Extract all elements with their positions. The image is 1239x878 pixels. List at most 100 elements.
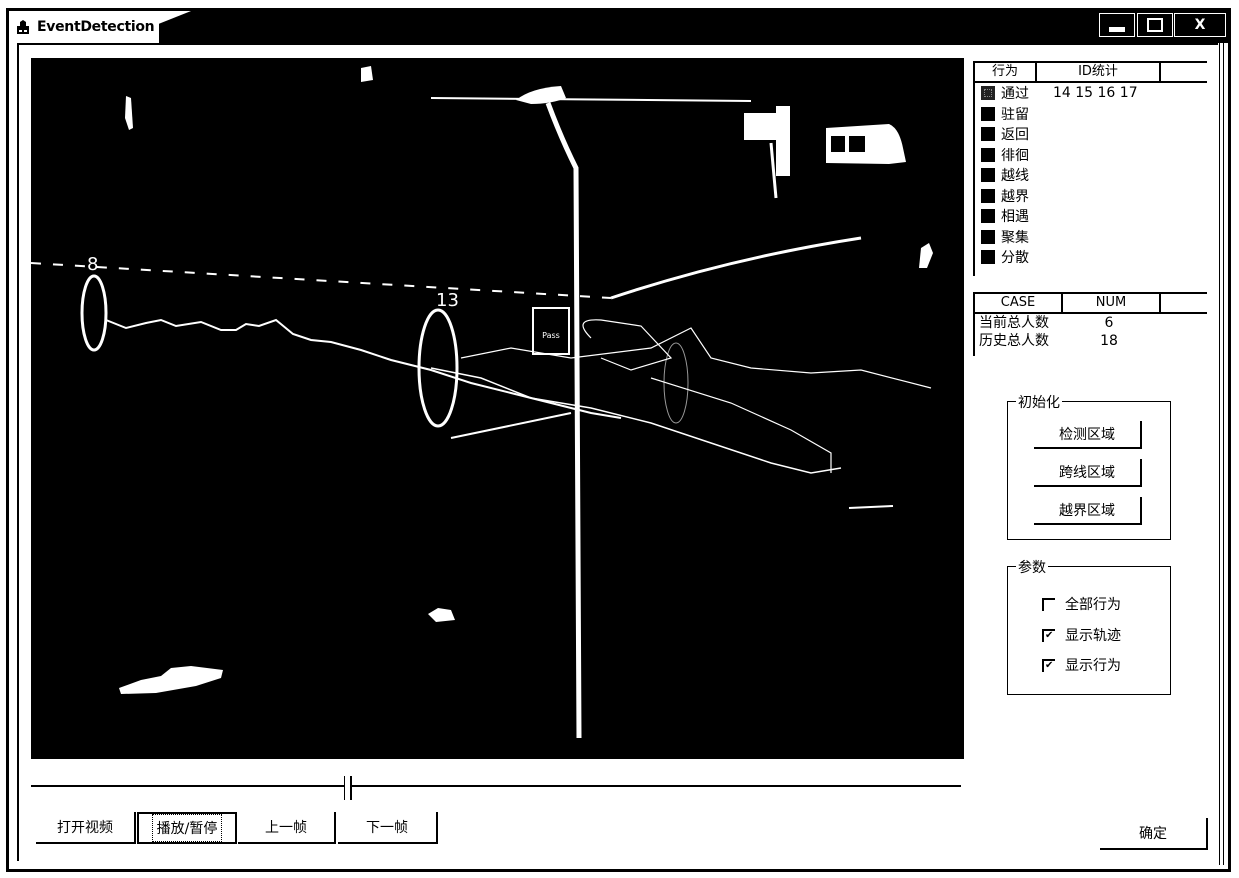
- checkbox-label: 显示行为: [1065, 658, 1121, 674]
- behavior-row-gather[interactable]: 聚集: [975, 227, 1207, 248]
- foreground-blob-5: [361, 66, 373, 82]
- person-8-ellipse: [80, 274, 108, 352]
- boundary-region-label: 越界区域: [1059, 503, 1115, 519]
- behavior-row-pass[interactable]: 通过 14 15 16 17: [975, 83, 1207, 104]
- checkbox-label: 全部行为: [1065, 597, 1121, 613]
- crossline-region-button[interactable]: 跨线区域: [1034, 459, 1142, 487]
- case-label: 历史总人数: [979, 333, 1049, 349]
- behavior-color-swatch: [981, 188, 995, 203]
- open-video-button[interactable]: 打开视频: [36, 812, 136, 844]
- behavior-row-stay[interactable]: 驻留: [975, 104, 1207, 125]
- slider-thumb[interactable]: [344, 776, 353, 800]
- window-title: EventDetection: [37, 19, 155, 35]
- behavior-row-line-cross[interactable]: 越线: [975, 165, 1207, 186]
- checkbox-box[interactable]: [1042, 597, 1055, 611]
- person-13-label: 13: [436, 290, 459, 311]
- checkbox-box[interactable]: [1042, 628, 1055, 642]
- behavior-label: 通过: [1001, 86, 1029, 103]
- behavior-color-swatch: [981, 209, 995, 224]
- prev-frame-button[interactable]: 上一帧: [238, 812, 336, 844]
- behavior-label: 返回: [1001, 127, 1029, 144]
- init-groupbox: 初始化 检测区域 跨线区域 越界区域: [1007, 392, 1171, 540]
- checkbox-box[interactable]: [1042, 658, 1055, 672]
- trajectory-a: [460, 327, 932, 389]
- behavior-row-boundary[interactable]: 越界: [975, 186, 1207, 207]
- next-frame-button[interactable]: 下一帧: [338, 812, 438, 844]
- road-sign: [744, 113, 776, 140]
- case-label: 当前总人数: [979, 315, 1049, 331]
- center-sign-text: Pass: [542, 331, 560, 340]
- header-num[interactable]: NUM: [1063, 294, 1161, 312]
- behavior-label: 越界: [1001, 188, 1029, 205]
- behavior-color-swatch: [981, 147, 995, 162]
- init-group-title: 初始化: [1016, 392, 1062, 412]
- all-behaviors-checkbox[interactable]: 全部行为: [1042, 594, 1121, 614]
- trajectory-d: [450, 412, 572, 439]
- close-icon: X: [1194, 17, 1206, 33]
- checkbox-label: 显示轨迹: [1065, 628, 1121, 644]
- title-bar[interactable]: EventDetection X: [9, 11, 1228, 43]
- title-bar-background: [159, 11, 1228, 43]
- behavior-label: 聚集: [1001, 229, 1029, 246]
- crossline-region-label: 跨线区域: [1059, 465, 1115, 481]
- traffic-light: [776, 106, 790, 176]
- confirm-label: 确定: [1139, 826, 1167, 842]
- slider-track: [31, 785, 961, 787]
- case-row-history[interactable]: 历史总人数 18: [975, 332, 1207, 350]
- video-display[interactable]: Pass 8 13: [31, 58, 964, 759]
- header-behavior[interactable]: 行为: [975, 63, 1037, 81]
- case-row-current[interactable]: 当前总人数 6: [975, 314, 1207, 332]
- behavior-row-return[interactable]: 返回: [975, 124, 1207, 145]
- van-window-1: [831, 136, 845, 152]
- boundary-region-button[interactable]: 越界区域: [1034, 497, 1142, 525]
- behavior-label: 分散: [1001, 250, 1029, 267]
- header-empty[interactable]: [1161, 63, 1207, 81]
- behavior-label: 驻留: [1001, 106, 1029, 123]
- play-pause-button[interactable]: 播放/暂停: [137, 812, 237, 844]
- foreground-blob-1: [119, 666, 223, 694]
- maximize-button[interactable]: [1137, 13, 1173, 37]
- detect-region-button[interactable]: 检测区域: [1034, 421, 1142, 449]
- lamp-head: [516, 86, 566, 104]
- behavior-color-swatch: [981, 86, 995, 101]
- foreground-blob-4: [125, 96, 133, 130]
- app-icon: [17, 20, 29, 34]
- playback-slider[interactable]: [31, 774, 961, 804]
- behavior-ids: 14 15 16 17: [1053, 85, 1138, 102]
- behavior-color-swatch: [981, 106, 995, 121]
- header-id-stats[interactable]: ID统计: [1037, 63, 1161, 81]
- case-table: CASE NUM 当前总人数 6 历史总人数 18: [973, 292, 1207, 356]
- params-groupbox: 参数 全部行为 显示轨迹 显示行为: [1007, 557, 1171, 695]
- video-frame: Pass 8 13: [31, 66, 933, 739]
- confirm-button[interactable]: 确定: [1100, 818, 1208, 850]
- overhead-wire: [430, 97, 752, 102]
- header-case[interactable]: CASE: [975, 294, 1063, 312]
- show-trajectory-checkbox[interactable]: 显示轨迹: [1042, 625, 1121, 645]
- behavior-label: 越线: [1001, 168, 1029, 185]
- open-video-label: 打开视频: [57, 820, 113, 836]
- trajectory-13: [430, 367, 842, 474]
- person-8-label: 8: [87, 254, 98, 275]
- behavior-color-swatch: [981, 168, 995, 183]
- behavior-row-loiter[interactable]: 徘徊: [975, 145, 1207, 166]
- behavior-row-disperse[interactable]: 分散: [975, 247, 1207, 268]
- dashed-lane-line: [31, 262, 612, 299]
- minimize-icon: [1109, 26, 1125, 32]
- behavior-table-header: 行为 ID统计: [975, 61, 1207, 83]
- behavior-row-meet[interactable]: 相遇: [975, 206, 1207, 227]
- next-frame-label: 下一帧: [366, 820, 408, 836]
- behavior-table: 行为 ID统计 通过 14 15 16 17 驻留 返回 徘徊 越线 越界 相遇 …: [973, 61, 1207, 276]
- foreground-line: [848, 505, 894, 509]
- close-button[interactable]: X: [1174, 13, 1226, 37]
- sign-pole: [769, 142, 778, 199]
- van-window-2: [849, 136, 865, 152]
- header-empty[interactable]: [1161, 294, 1207, 312]
- foreground-blob-3: [919, 243, 933, 268]
- play-pause-label: 播放/暂停: [151, 814, 223, 842]
- case-num: 18: [1100, 333, 1118, 349]
- minimize-button[interactable]: [1099, 13, 1135, 37]
- behavior-rows: 通过 14 15 16 17 驻留 返回 徘徊 越线 越界 相遇 聚集 分散: [975, 83, 1207, 268]
- show-behavior-checkbox[interactable]: 显示行为: [1042, 655, 1121, 675]
- lamp-pole: [545, 102, 582, 739]
- maximize-icon: [1147, 18, 1163, 32]
